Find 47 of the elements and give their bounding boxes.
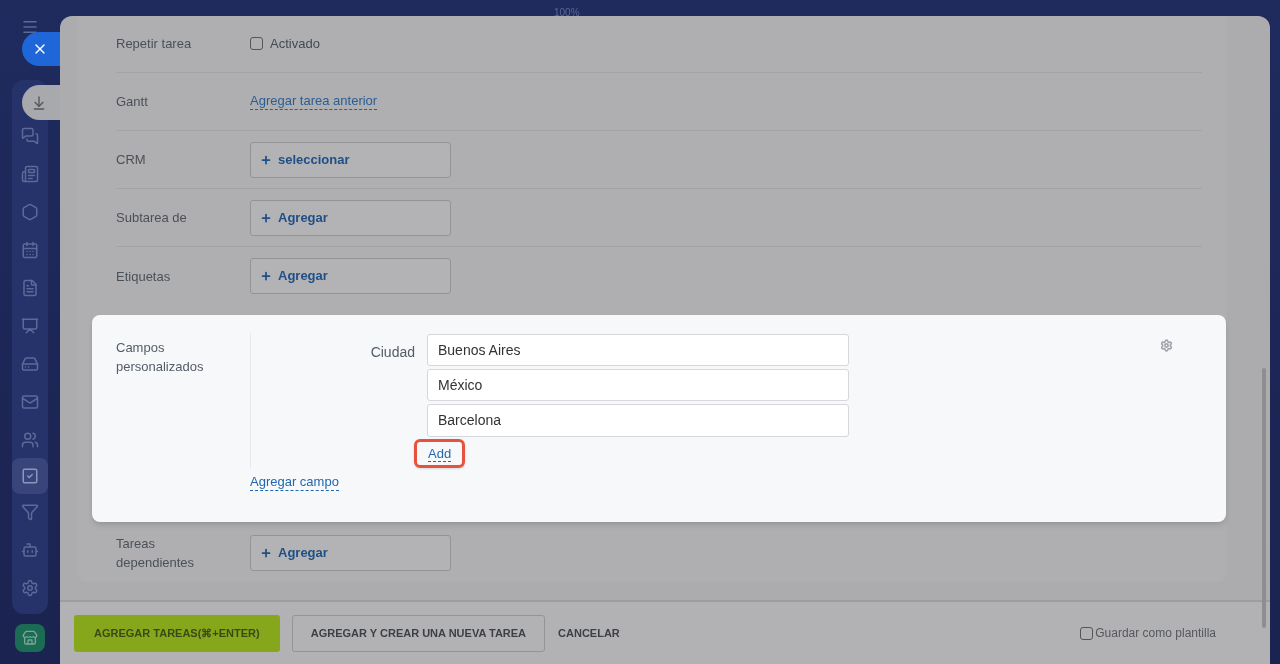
field-label: Tareas dependientes (116, 535, 196, 572)
field-label: Campos personalizados (116, 339, 205, 376)
drive-icon (21, 355, 39, 373)
plus-icon (260, 270, 272, 282)
add-field-link[interactable]: Agregar campo (250, 474, 339, 491)
checkbox[interactable] (1080, 626, 1094, 640)
checkbox-label: Activado (270, 34, 320, 53)
secondary-button[interactable]: AGREGAR Y CREAR UNA NUEVA TAREA (291, 614, 546, 652)
settings-icon[interactable] (1160, 339, 1173, 352)
robot-icon (21, 541, 39, 559)
plus-icon (260, 211, 272, 224)
plus-icon (260, 547, 272, 559)
sidebar-item[interactable] (12, 458, 48, 494)
text-field[interactable]: México (427, 369, 849, 402)
link[interactable]: Agregar tarea anterior (250, 93, 378, 110)
checkbox-icon (21, 467, 39, 485)
checkbox[interactable] (250, 37, 263, 50)
mail-icon (21, 393, 39, 411)
add-button[interactable]: Agregar (250, 199, 451, 236)
menu-icon[interactable] (21, 18, 39, 36)
text-field[interactable]: Buenos Aires (427, 334, 849, 367)
plus-icon (260, 153, 272, 166)
presentation-icon (21, 317, 39, 335)
app-icon[interactable] (15, 624, 45, 652)
users-icon (21, 431, 39, 449)
field-label: Subtarea de (116, 209, 188, 227)
submit-button[interactable]: AGREGAR TAREAS(⌘+ENTER) (74, 614, 280, 652)
text-field[interactable]: Barcelona (427, 404, 849, 437)
chat-icon (21, 127, 39, 145)
hexagon-icon (21, 203, 39, 221)
checkbox-label: Guardar como plantilla (1095, 625, 1216, 642)
calendar-icon (21, 241, 39, 259)
arrow-down-to-line-icon (31, 94, 47, 111)
add-button[interactable]: seleccionar (250, 141, 451, 178)
settings-icon (21, 579, 39, 597)
custom-field-label: Ciudad (369, 343, 416, 362)
document-icon (21, 279, 39, 297)
news-icon (21, 165, 39, 183)
add-button[interactable]: Agregar (250, 535, 451, 571)
field-label: Etiquetas (116, 267, 172, 286)
add-button[interactable]: Agregar (250, 258, 451, 294)
field-label: Repetir tarea (116, 35, 193, 53)
cancel-button[interactable]: CANCELAR (557, 614, 621, 652)
field-label: Gantt (116, 93, 149, 111)
funnel-icon (21, 503, 39, 521)
add-link[interactable]: Add (414, 438, 466, 468)
field-label: CRM (116, 151, 147, 169)
